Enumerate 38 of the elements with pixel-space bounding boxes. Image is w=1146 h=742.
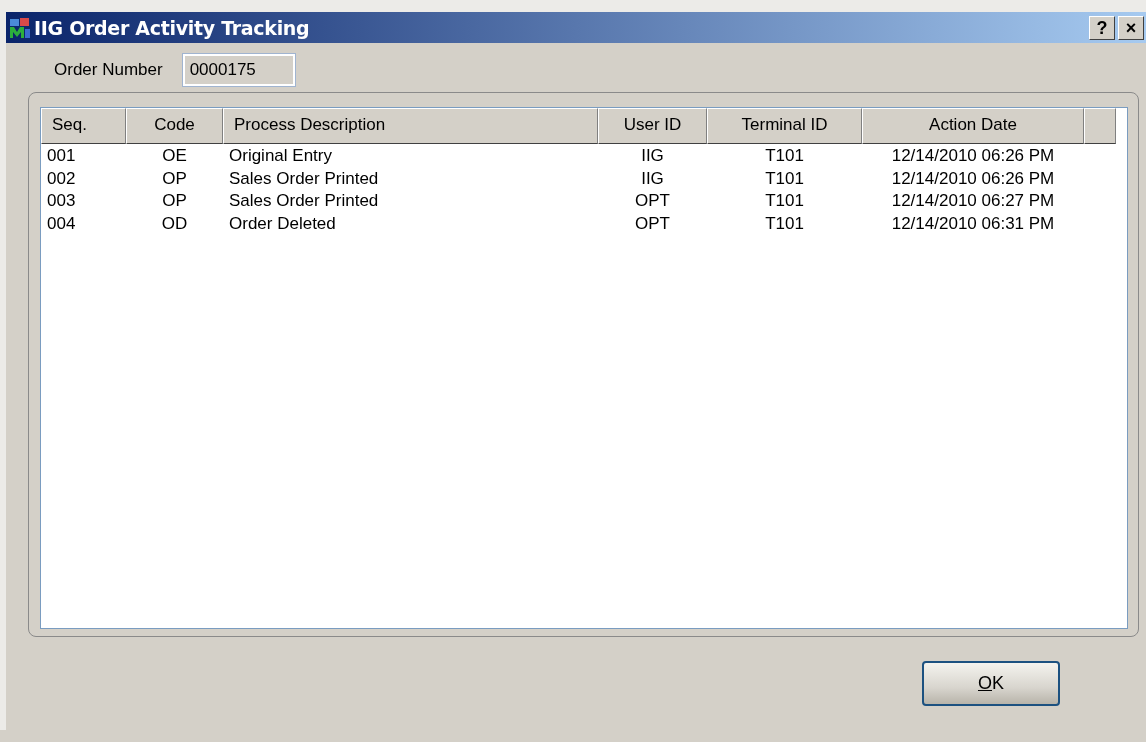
column-header[interactable] [1084,108,1116,144]
table-cell-text: Original Entry [228,145,333,167]
close-button[interactable]: × [1118,15,1144,40]
table-cell-text: OP [161,167,188,190]
table-cell-text: T101 [764,190,805,212]
table-cell-text: 12/14/2010 06:26 PM [890,145,1056,167]
table-cell-text: 12/14/2010 06:27 PM [890,190,1056,212]
table-cell-text: Sales Order Printed [228,167,380,190]
table-cell-text: 004 [46,212,77,235]
table-cell-text: 12/14/2010 06:31 PM [890,212,1056,235]
table-cell-text: Sales Order Printed [228,190,380,212]
table-cell-text: 001 [46,145,77,167]
table-cell-text: OPT [634,212,671,235]
column-header[interactable]: Seq. [41,108,126,144]
table-cell-text: 003 [46,190,77,212]
column-header[interactable]: Process Description [223,108,598,144]
table-cell-text: IIG [640,167,665,190]
window-title: IIG Order Activity Tracking [34,16,310,39]
help-button[interactable]: ? [1089,15,1115,40]
table-cell-text: T101 [764,145,805,167]
column-header[interactable]: Action Date [862,108,1084,144]
table-cell-text: OP [161,190,188,212]
table-cell-text: OPT [634,190,671,212]
table-cell-text: 12/14/2010 06:26 PM [890,167,1056,190]
table-cell-text: 002 [46,167,77,190]
column-header[interactable]: Terminal ID [707,108,862,144]
table-cell-text: OE [161,145,188,167]
column-header[interactable]: Code [126,108,223,144]
column-header[interactable]: User ID [598,108,707,144]
table-cell-text: T101 [764,167,805,190]
field-label: Order Number [54,60,163,80]
table-cell-text: IIG [640,145,665,167]
order-number-field[interactable]: 0000175 [182,54,295,86]
ok-button[interactable]: OK [922,661,1060,706]
table-cell-text: Order Deleted [228,212,337,235]
table-cell-text: OD [160,212,189,235]
app-icon [9,16,31,39]
table-cell-text: T101 [764,212,805,235]
